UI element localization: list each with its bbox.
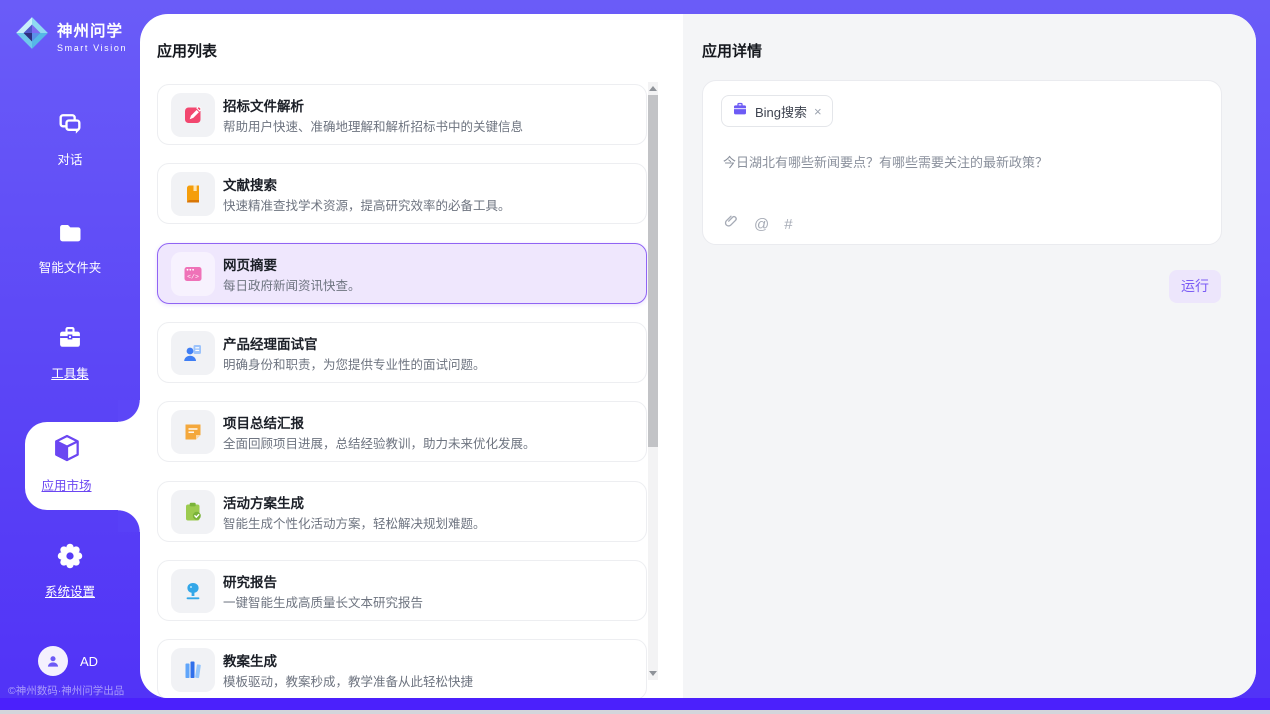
bottom-edge-strip xyxy=(0,710,1270,714)
copyright-text: ©神州数码·神州问学出品 xyxy=(8,683,142,698)
brand-name: 神州问学 xyxy=(57,19,127,41)
app-card-lesson-plan[interactable]: 教案生成 模板驱动，教案秒成，教学准备从此轻松快捷 xyxy=(157,639,647,698)
person-icon xyxy=(44,652,62,670)
active-tab-fillet-top xyxy=(118,400,140,422)
cube-icon xyxy=(51,432,83,469)
tool-chip-label: Bing搜索 xyxy=(755,102,807,121)
app-card-project-summary[interactable]: 项目总结汇报 全面回顾项目进展，总结经验教训，助力未来优化发展。 xyxy=(157,401,647,462)
user-name: AD xyxy=(80,654,98,669)
app-list-title: 应用列表 xyxy=(157,40,217,61)
svg-text:</>: </> xyxy=(187,274,199,281)
scroll-down-arrow-icon[interactable] xyxy=(649,671,657,676)
app-card-pm-interviewer[interactable]: 产品经理面试官 明确身份和职责，为您提供专业性的面试问题。 xyxy=(157,322,647,383)
app-desc: 智能生成个性化活动方案，轻松解决规划难题。 xyxy=(223,513,486,532)
toolbox-icon xyxy=(56,324,84,357)
avatar xyxy=(38,646,68,676)
app-name: 网页摘要 xyxy=(223,254,277,274)
brand-logo: 神州问学 Smart Vision xyxy=(14,15,127,56)
app-card-bid-document-analysis[interactable]: 招标文件解析 帮助用户快速、准确地理解和解析招标书中的关键信息 xyxy=(157,84,647,145)
sidebar-item-chat[interactable]: 对话 xyxy=(0,110,140,168)
app-name: 招标文件解析 xyxy=(223,95,304,115)
book-icon xyxy=(171,172,215,216)
close-icon[interactable]: × xyxy=(814,104,822,119)
note-icon xyxy=(171,410,215,454)
active-tab-fillet-bottom xyxy=(118,510,140,532)
app-name: 教案生成 xyxy=(223,650,277,670)
browser-code-icon: </> xyxy=(171,252,215,296)
edit-square-icon xyxy=(171,93,215,137)
scrollbar-thumb[interactable] xyxy=(648,95,658,447)
app-detail-title: 应用详情 xyxy=(702,40,762,61)
app-desc: 明确身份和职责，为您提供专业性的面试问题。 xyxy=(223,354,486,373)
brand-subtitle: Smart Vision xyxy=(57,43,127,53)
app-card-event-plan[interactable]: 活动方案生成 智能生成个性化活动方案，轻松解决规划难题。 xyxy=(157,481,647,542)
sidebar-item-label: 工具集 xyxy=(0,363,140,382)
app-name: 研究报告 xyxy=(223,571,277,591)
app-name: 项目总结汇报 xyxy=(223,412,304,432)
app-card-literature-search[interactable]: 文献搜索 快速精准查找学术资源，提高研究效率的必备工具。 xyxy=(157,163,647,224)
tool-chip-bing-search[interactable]: Bing搜索 × xyxy=(721,95,833,127)
prompt-card: Bing搜索 × 今日湖北有哪些新闻要点？有哪些需要关注的最新政策？ @ # xyxy=(702,80,1222,245)
app-desc: 一键智能生成高质量长文本研究报告 xyxy=(223,592,423,611)
app-card-research-report[interactable]: 研究报告 一键智能生成高质量长文本研究报告 xyxy=(157,560,647,621)
sidebar-item-toolset[interactable]: 工具集 xyxy=(0,324,140,382)
scrollbar[interactable] xyxy=(648,82,658,680)
paperclip-icon[interactable] xyxy=(723,213,739,235)
app-desc: 模板驱动，教案秒成，教学准备从此轻松快捷 xyxy=(223,671,473,690)
books-icon xyxy=(171,648,215,692)
sidebar-item-label: 对话 xyxy=(0,149,140,168)
app-name: 文献搜索 xyxy=(223,174,277,194)
main-content: 应用列表 招标文件解析 帮助用户快速、准确地理解和解析招标书中的关键信息 xyxy=(140,14,1256,698)
sidebar-item-label: 系统设置 xyxy=(0,581,140,600)
gem-diamond-icon xyxy=(14,15,50,56)
clipboard-check-icon xyxy=(171,490,215,534)
sidebar-item-smart-folders[interactable]: 智能文件夹 xyxy=(0,218,140,276)
mention-icon[interactable]: @ xyxy=(754,216,769,233)
run-button[interactable]: 运行 xyxy=(1169,270,1221,303)
app-name: 产品经理面试官 xyxy=(223,333,318,353)
app-desc: 全面回顾项目进展，总结经验教训，助力未来优化发展。 xyxy=(223,433,536,452)
app-window: 神州问学 Smart Vision 对话 智能文件夹 xyxy=(0,0,1270,714)
briefcase-icon xyxy=(732,101,748,122)
sidebar-item-settings[interactable]: 系统设置 xyxy=(0,542,140,600)
user-account[interactable]: AD xyxy=(38,646,98,676)
sidebar-item-app-market[interactable]: 应用市场 xyxy=(25,422,140,510)
app-desc: 每日政府新闻资讯快查。 xyxy=(223,275,361,294)
interviewer-icon xyxy=(171,331,215,375)
app-desc: 快速精准查找学术资源，提高研究效率的必备工具。 xyxy=(223,195,511,214)
bottom-accent-bar xyxy=(0,698,1270,710)
folder-icon xyxy=(56,218,84,251)
sidebar: 神州问学 Smart Vision 对话 智能文件夹 xyxy=(0,0,140,714)
sidebar-item-label: 应用市场 xyxy=(9,475,124,494)
prompt-input[interactable]: 今日湖北有哪些新闻要点？有哪些需要关注的最新政策？ xyxy=(723,152,1203,171)
app-detail-panel: 应用详情 Bing搜索 × 今日湖北有哪些新闻要点？有哪些需要关注的最新政策？ xyxy=(683,14,1256,698)
scroll-up-arrow-icon[interactable] xyxy=(649,86,657,91)
chat-icon xyxy=(56,110,84,143)
research-icon xyxy=(171,569,215,613)
hash-icon[interactable]: # xyxy=(784,216,792,233)
app-card-web-summary[interactable]: </> 网页摘要 每日政府新闻资讯快查。 xyxy=(157,243,647,304)
prompt-toolbar: @ # xyxy=(723,213,793,235)
app-name: 活动方案生成 xyxy=(223,492,304,512)
gear-icon xyxy=(56,542,84,575)
sidebar-item-label: 智能文件夹 xyxy=(0,257,140,276)
app-desc: 帮助用户快速、准确地理解和解析招标书中的关键信息 xyxy=(223,116,523,135)
